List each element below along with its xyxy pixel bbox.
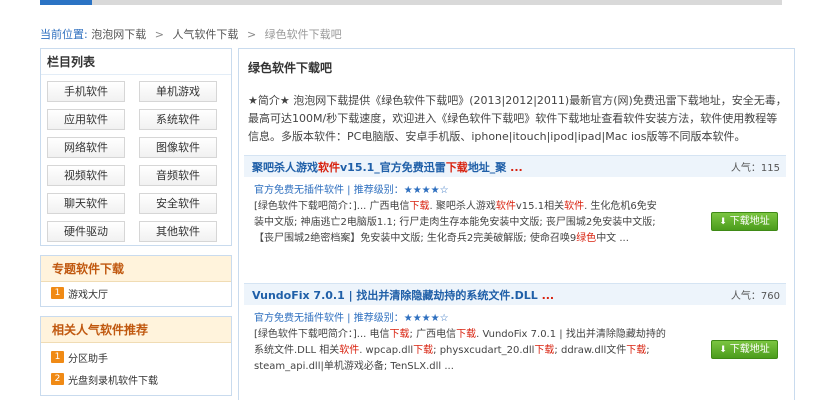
software-title-link[interactable]: 聚吧杀人游戏软件v15.1_官方免费迅雷下载地址_聚 ... bbox=[252, 159, 523, 175]
hot-list-item[interactable]: 2 光盘刻录机软件下载 bbox=[41, 368, 231, 390]
topic-item-label: 游戏大厅 bbox=[68, 289, 108, 301]
desc-highlight: 软件 bbox=[339, 345, 360, 356]
breadcrumb-current-label: 当前位置: bbox=[40, 28, 88, 41]
download-button[interactable]: ⬇ 下载地址 bbox=[711, 340, 778, 359]
topic-download-title: 专题软件下载 bbox=[41, 256, 231, 282]
topic-list-item[interactable]: 1 游戏大厅 bbox=[41, 282, 231, 304]
download-button-label: 下载地址 bbox=[729, 216, 770, 227]
rating-stars: ★★★★☆ bbox=[403, 185, 449, 196]
category-security-software[interactable]: 安全软件 bbox=[139, 193, 217, 214]
sidebar: 栏目列表 手机软件 单机游戏 应用软件 系统软件 网络软件 图像软件 视频软件 … bbox=[40, 48, 232, 396]
license-type: 官方免费无插件软件 bbox=[254, 185, 344, 196]
software-meta: 官方免费无插件软件 | 推荐级别：★★★★☆ bbox=[244, 181, 786, 196]
hot-item-label: 分区助手 bbox=[68, 353, 108, 365]
rating-label: | 推荐级别： bbox=[344, 185, 404, 196]
download-arrow-icon: ⬇ bbox=[719, 345, 727, 355]
desc-text: 中文 ... bbox=[596, 233, 629, 244]
software-title-link[interactable]: VundoFix 7.0.1 | 找出并清除隐藏劫持的系统文件.DLL ... bbox=[252, 287, 554, 303]
breadcrumb-separator: > bbox=[154, 28, 164, 41]
hot-item-label: 光盘刻录机软件下载 bbox=[68, 375, 158, 387]
desc-text: ; ddraw.dll文件 bbox=[554, 345, 627, 356]
software-description: [绿色软件下载吧简介：]... 广西电信下载. 聚吧杀人游戏软件v15.1相关软… bbox=[254, 199, 666, 247]
title-part: v15.1_官方免费迅雷 bbox=[340, 160, 446, 174]
download-arrow-icon: ⬇ bbox=[719, 217, 727, 227]
hot-list-item[interactable]: 1 分区助手 bbox=[41, 346, 231, 368]
desc-text: [绿色软件下载吧简介：]... 广西电信 bbox=[254, 201, 410, 212]
desc-highlight: 下载 bbox=[409, 201, 430, 212]
desc-highlight: 软件 bbox=[564, 201, 585, 212]
rating-stars: ★★★★☆ bbox=[403, 313, 449, 324]
desc-text: . wpcap.dll bbox=[359, 345, 414, 356]
category-single-games[interactable]: 单机游戏 bbox=[139, 81, 217, 102]
category-other-software[interactable]: 其他软件 bbox=[139, 221, 217, 242]
download-button-label: 下载地址 bbox=[729, 344, 770, 355]
top-nav-rest bbox=[92, 0, 782, 5]
popularity-count: 人气：760 bbox=[730, 291, 780, 302]
download-button[interactable]: ⬇ 下载地址 bbox=[711, 212, 778, 231]
breadcrumb-separator: > bbox=[246, 28, 257, 41]
software-entry-header: VundoFix 7.0.1 | 找出并清除隐藏劫持的系统文件.DLL ... … bbox=[244, 283, 786, 305]
category-image-software[interactable]: 图像软件 bbox=[139, 137, 217, 158]
category-network-software[interactable]: 网络软件 bbox=[47, 137, 125, 158]
title-highlight: 软件 bbox=[318, 160, 340, 174]
hot-software-box: 相关人气软件推荐 1 分区助手 2 光盘刻录机软件下载 bbox=[40, 316, 232, 396]
desc-text: [绿色软件下载吧简介：]... 电信 bbox=[254, 329, 390, 340]
top-nav-bar bbox=[0, 0, 822, 6]
software-description: [绿色软件下载吧简介：]... 电信下载; 广西电信下载. VundoFix 7… bbox=[254, 327, 666, 375]
software-entry-body: [绿色软件下载吧简介：]... 电信下载; 广西电信下载. VundoFix 7… bbox=[244, 324, 786, 384]
breadcrumb: 当前位置: 泡泡网下载 > 人气软件下载 > 绿色软件下载吧 bbox=[40, 26, 342, 42]
rating-label: | 推荐级别： bbox=[344, 313, 404, 324]
category-list-box: 栏目列表 手机软件 单机游戏 应用软件 系统软件 网络软件 图像软件 视频软件 … bbox=[40, 48, 232, 246]
page-title: 绿色软件下载吧 bbox=[248, 61, 333, 75]
title-part: 聚吧杀人游戏 bbox=[252, 160, 318, 174]
category-video-software[interactable]: 视频软件 bbox=[47, 165, 125, 186]
category-mobile-software[interactable]: 手机软件 bbox=[47, 81, 125, 102]
breadcrumb-item-current: 绿色软件下载吧 bbox=[264, 28, 342, 41]
main-content-panel: 绿色软件下载吧 ★简介★ 泡泡网下载提供《绿色软件下载吧》(2013|2012|… bbox=[238, 48, 795, 400]
desc-highlight: 下载 bbox=[389, 329, 410, 340]
license-type: 官方免费无插件软件 bbox=[254, 313, 344, 324]
category-list-title: 栏目列表 bbox=[41, 49, 231, 75]
category-system-software[interactable]: 系统软件 bbox=[139, 109, 217, 130]
category-audio-software[interactable]: 音频软件 bbox=[139, 165, 217, 186]
hot-software-title: 相关人气软件推荐 bbox=[41, 317, 231, 343]
software-entry-body: [绿色软件下载吧简介：]... 广西电信下载. 聚吧杀人游戏软件v15.1相关软… bbox=[244, 196, 786, 256]
software-entry: VundoFix 7.0.1 | 找出并清除隐藏劫持的系统文件.DLL ... … bbox=[244, 283, 786, 384]
top-nav-active-segment[interactable] bbox=[40, 0, 92, 5]
software-entry: 聚吧杀人游戏软件v15.1_官方免费迅雷下载地址_聚 ... 人气：115 官方… bbox=[244, 155, 786, 256]
desc-text: . 聚吧杀人游戏 bbox=[429, 201, 496, 212]
popularity-count: 人气：115 bbox=[730, 163, 780, 174]
title-ellipsis: ... bbox=[506, 160, 523, 174]
desc-highlight: 软件 bbox=[495, 201, 516, 212]
rank-number-badge: 2 bbox=[51, 373, 64, 385]
rank-number-badge: 1 bbox=[51, 287, 64, 299]
software-meta: 官方免费无插件软件 | 推荐级别：★★★★☆ bbox=[244, 309, 786, 324]
rank-number-badge: 1 bbox=[51, 351, 64, 363]
title-ellipsis: ... bbox=[537, 288, 555, 302]
category-chat-software[interactable]: 聊天软件 bbox=[47, 193, 125, 214]
desc-highlight: 绿色 bbox=[576, 233, 597, 244]
desc-highlight: 下载 bbox=[413, 345, 434, 356]
desc-text: ; 广西电信 bbox=[409, 329, 457, 340]
desc-highlight: 下载 bbox=[534, 345, 555, 356]
intro-text: ★简介★ 泡泡网下载提供《绿色软件下载吧》(2013|2012|2011)最新官… bbox=[248, 94, 787, 143]
title-part: VundoFix 7.0.1 | 找出并清除隐藏劫持的系统文件.DLL bbox=[252, 288, 538, 302]
breadcrumb-item-home[interactable]: 泡泡网下载 bbox=[91, 28, 146, 41]
software-entry-header: 聚吧杀人游戏软件v15.1_官方免费迅雷下载地址_聚 ... 人气：115 bbox=[244, 155, 786, 177]
breadcrumb-item-popular[interactable]: 人气软件下载 bbox=[172, 28, 238, 41]
desc-text: ; physxcudart_20.dll bbox=[433, 345, 535, 356]
desc-text: v15.1相关 bbox=[515, 201, 565, 212]
category-grid: 手机软件 单机游戏 应用软件 系统软件 网络软件 图像软件 视频软件 音频软件 … bbox=[41, 75, 231, 242]
desc-highlight: 下载 bbox=[626, 345, 647, 356]
title-highlight: 下载 bbox=[445, 160, 468, 174]
desc-highlight: 下载 bbox=[456, 329, 477, 340]
category-hardware-drivers[interactable]: 硬件驱动 bbox=[47, 221, 125, 242]
category-applications[interactable]: 应用软件 bbox=[47, 109, 125, 130]
topic-download-box: 专题软件下载 1 游戏大厅 bbox=[40, 255, 232, 307]
title-part: 地址_聚 bbox=[467, 160, 507, 174]
